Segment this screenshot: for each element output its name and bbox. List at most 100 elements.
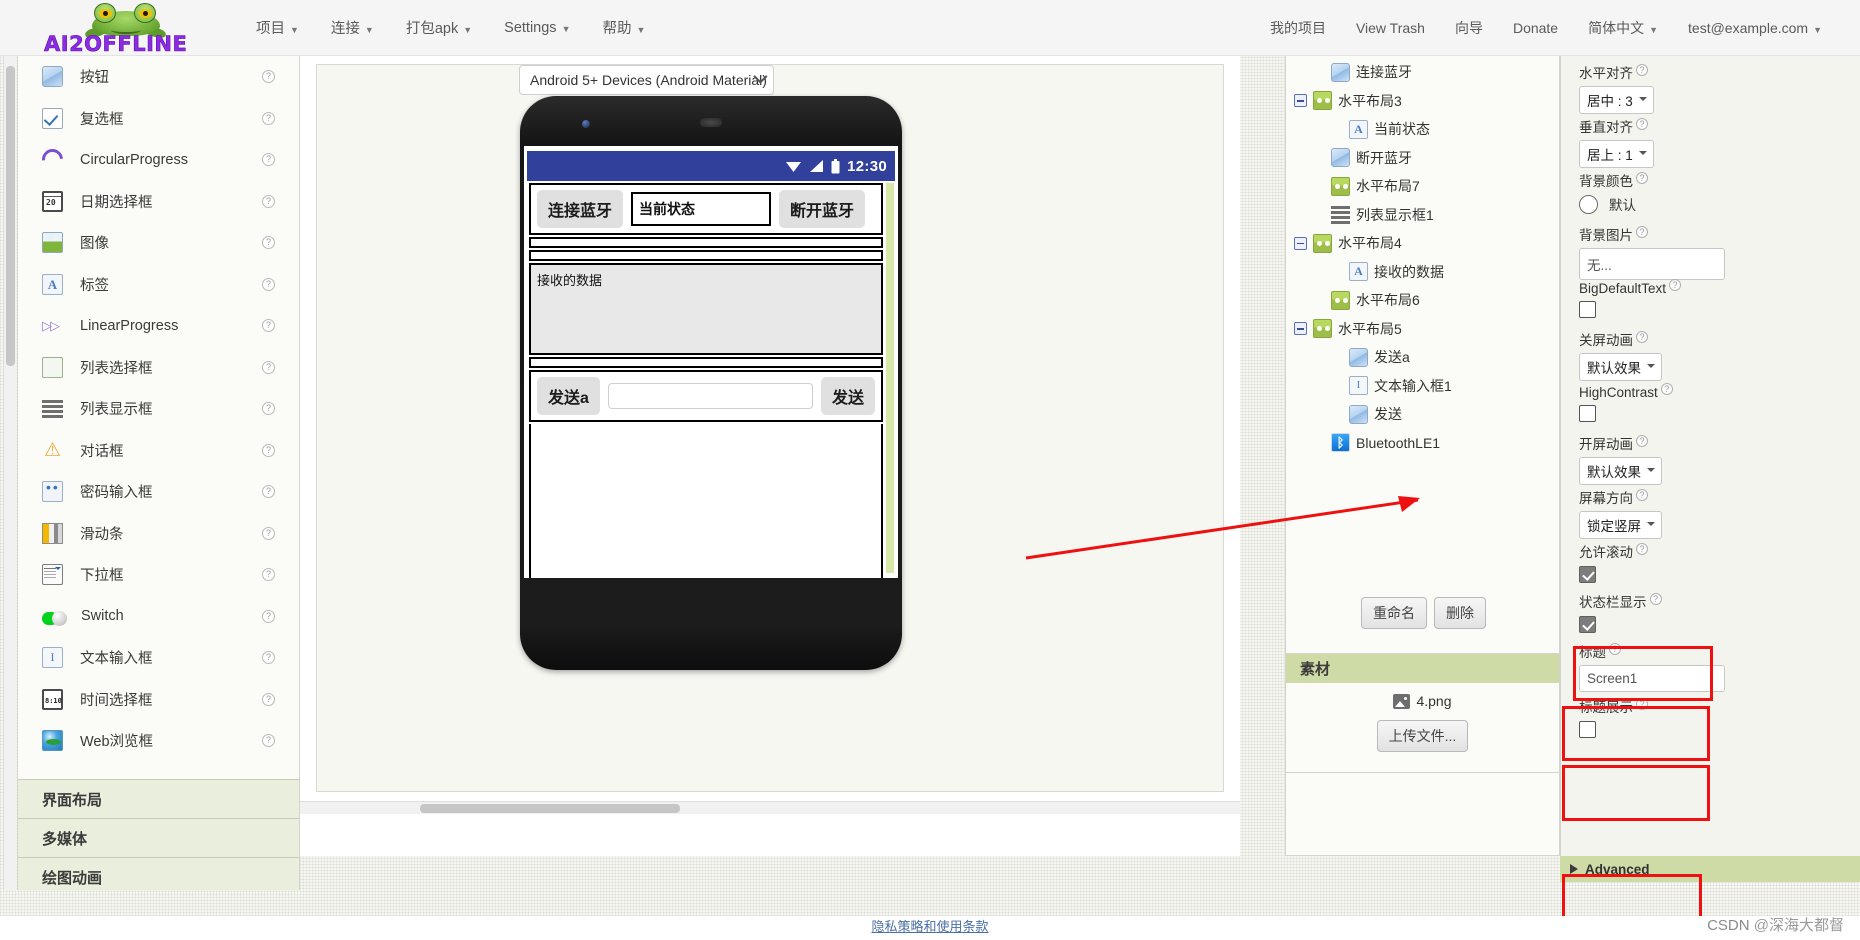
viewer-hscrollbar[interactable] bbox=[300, 801, 1240, 814]
palette-item-13[interactable]: 下拉框? bbox=[18, 554, 299, 596]
help-icon[interactable]: ? bbox=[1636, 542, 1648, 555]
help-icon[interactable]: ? bbox=[1669, 279, 1682, 291]
help-icon[interactable]: ? bbox=[1636, 488, 1648, 501]
received-data-box[interactable]: 接收的数据 bbox=[529, 263, 883, 355]
help-icon[interactable]: ? bbox=[1609, 642, 1621, 655]
help-icon[interactable]: ? bbox=[262, 485, 275, 499]
palette-item-9[interactable]: 列表显示框? bbox=[18, 388, 299, 430]
help-icon[interactable]: ? bbox=[262, 70, 275, 84]
row-listview1[interactable] bbox=[529, 250, 883, 261]
help-icon[interactable]: ? bbox=[262, 526, 275, 540]
property-checkbox-statusbar[interactable] bbox=[1579, 616, 1596, 633]
guide-link[interactable]: 向导 bbox=[1443, 12, 1495, 44]
row-send[interactable]: 发送a 发送 bbox=[529, 370, 883, 422]
collapse-toggle-icon[interactable] bbox=[1294, 322, 1307, 336]
tree-item-6[interactable]: 列表显示框1 bbox=[1286, 201, 1559, 230]
palette-item-10[interactable]: ⚠ 对话框? bbox=[18, 430, 299, 472]
tree-item-7[interactable]: 水平布局4 bbox=[1286, 229, 1559, 258]
menu-project[interactable]: 项目 ▼ bbox=[242, 11, 313, 44]
asset-item[interactable]: 4.png bbox=[1286, 693, 1559, 709]
language-selector[interactable]: 简体中文 ▼ bbox=[1576, 12, 1670, 44]
property-select-v-align[interactable]: 居上 : 1 bbox=[1579, 140, 1654, 168]
component-tree[interactable]: 连接蓝牙 水平布局3 A 当前状态 断开蓝牙 水平布局7 列表显示框1 水平布局4 A 接收的数据… bbox=[1286, 58, 1559, 618]
tree-item-4[interactable]: 断开蓝牙 bbox=[1286, 144, 1559, 173]
help-icon[interactable]: ? bbox=[1636, 225, 1648, 238]
connect-bluetooth-button[interactable]: 连接蓝牙 bbox=[537, 190, 624, 228]
palette-item-8[interactable]: 列表选择框? bbox=[18, 347, 299, 389]
help-icon[interactable]: ? bbox=[262, 360, 275, 374]
help-icon[interactable]: ? bbox=[262, 402, 275, 416]
palette-item-17[interactable]: Web浏览框? bbox=[18, 720, 299, 762]
help-icon[interactable]: ? bbox=[262, 194, 275, 208]
help-icon[interactable]: ? bbox=[262, 734, 275, 748]
help-icon[interactable]: ? bbox=[262, 236, 275, 250]
tree-item-10[interactable]: 水平布局5 bbox=[1286, 315, 1559, 344]
delete-button[interactable]: 删除 bbox=[1434, 597, 1486, 629]
help-icon[interactable]: ? bbox=[1649, 592, 1662, 605]
help-icon[interactable]: ? bbox=[1660, 383, 1673, 395]
app-logo[interactable]: AI2OFFLINE bbox=[44, 0, 220, 56]
help-icon[interactable]: ? bbox=[1636, 330, 1648, 343]
help-icon[interactable]: ? bbox=[262, 609, 275, 623]
help-icon[interactable]: ? bbox=[262, 651, 275, 665]
menu-build-apk[interactable]: 打包apk ▼ bbox=[392, 11, 486, 44]
help-icon[interactable]: ? bbox=[262, 319, 275, 333]
tree-item-1[interactable]: 连接蓝牙 bbox=[1286, 58, 1559, 87]
menu-help[interactable]: 帮助 ▼ bbox=[588, 11, 659, 44]
device-size-select[interactable]: Android 5+ Devices (Android Material) bbox=[519, 65, 774, 95]
property-select-open-anim[interactable]: 默认效果 bbox=[1579, 457, 1662, 485]
palette-item-5[interactable]: 图像? bbox=[18, 222, 299, 264]
user-account-menu[interactable]: test@example.com ▼ bbox=[1676, 14, 1834, 42]
palette-section-1[interactable]: 界面布局 bbox=[18, 779, 299, 818]
view-trash-link[interactable]: View Trash bbox=[1344, 14, 1437, 42]
help-icon[interactable]: ? bbox=[262, 443, 275, 457]
help-icon[interactable]: ? bbox=[262, 277, 275, 291]
palette-item-11[interactable]: 密码输入框? bbox=[18, 471, 299, 513]
send-button[interactable]: 发送 bbox=[820, 377, 875, 415]
tree-item-12[interactable]: I 文本输入框1 bbox=[1286, 372, 1559, 401]
property-input-bg-image[interactable]: 无... bbox=[1579, 248, 1725, 280]
color-swatch-icon[interactable] bbox=[1579, 194, 1598, 214]
property-select-close-anim[interactable]: 默认效果 bbox=[1579, 353, 1662, 381]
tree-item-8[interactable]: A 接收的数据 bbox=[1286, 258, 1559, 287]
help-icon[interactable]: ? bbox=[1636, 697, 1648, 710]
tree-item-11[interactable]: 发送a bbox=[1286, 343, 1559, 372]
tree-item-5[interactable]: 水平布局7 bbox=[1286, 172, 1559, 201]
disconnect-bluetooth-button[interactable]: 断开蓝牙 bbox=[779, 190, 866, 228]
send-text-input[interactable] bbox=[607, 383, 813, 409]
palette-scroll-area[interactable]: 按钮?复选框?CircularProgress?日期选择框?图像?A标签?▷▷L… bbox=[18, 56, 299, 779]
row-hlayout7[interactable] bbox=[529, 237, 883, 248]
property-checkbox-title-visible[interactable] bbox=[1579, 721, 1596, 738]
palette-item-1[interactable]: 按钮? bbox=[18, 56, 299, 98]
help-icon[interactable]: ? bbox=[1636, 171, 1648, 184]
menu-connect[interactable]: 连接 ▼ bbox=[317, 11, 388, 44]
privacy-terms-link[interactable]: 隐私策略和使用条款 bbox=[871, 919, 988, 934]
property-checkbox-big-text[interactable] bbox=[1579, 301, 1596, 319]
palette-section-2[interactable]: 多媒体 bbox=[18, 818, 299, 857]
current-status-field[interactable]: 当前状态 bbox=[631, 192, 772, 226]
phone-screen[interactable]: 12:30 连接蓝牙 当前状态 断开蓝牙 接收的数据 发送a 发送 bbox=[524, 146, 898, 578]
advanced-section-toggle[interactable]: Advanced bbox=[1560, 856, 1860, 882]
palette-item-14[interactable]: Switch? bbox=[18, 596, 299, 638]
palette-item-6[interactable]: A 标签? bbox=[18, 264, 299, 306]
upload-file-button[interactable]: 上传文件... bbox=[1376, 720, 1469, 752]
my-projects-link[interactable]: 我的项目 bbox=[1258, 12, 1338, 44]
property-select-h-align[interactable]: 居中 : 3 bbox=[1579, 86, 1654, 114]
collapse-toggle-icon[interactable] bbox=[1294, 236, 1307, 250]
empty-screen-area[interactable] bbox=[529, 424, 883, 578]
property-input-title[interactable]: Screen1 bbox=[1579, 665, 1725, 692]
palette-item-12[interactable]: 滑动条? bbox=[18, 513, 299, 555]
send-a-button[interactable]: 发送a bbox=[537, 377, 600, 415]
help-icon[interactable]: ? bbox=[262, 692, 275, 706]
help-icon[interactable]: ? bbox=[1636, 63, 1648, 76]
property-checkbox-scrollable[interactable] bbox=[1579, 566, 1596, 583]
property-color-bg-color[interactable]: 默认 bbox=[1579, 194, 1648, 214]
palette-item-4[interactable]: 日期选择框? bbox=[18, 181, 299, 223]
palette-item-7[interactable]: ▷▷ LinearProgress? bbox=[18, 305, 299, 347]
collapse-toggle-icon[interactable] bbox=[1294, 94, 1307, 108]
help-icon[interactable]: ? bbox=[262, 111, 275, 125]
tree-item-9[interactable]: 水平布局6 bbox=[1286, 286, 1559, 315]
tree-item-14[interactable]: ᛒ BluetoothLE1 bbox=[1286, 429, 1559, 458]
palette-item-16[interactable]: 时间选择框? bbox=[18, 679, 299, 721]
rename-button[interactable]: 重命名 bbox=[1361, 597, 1427, 629]
